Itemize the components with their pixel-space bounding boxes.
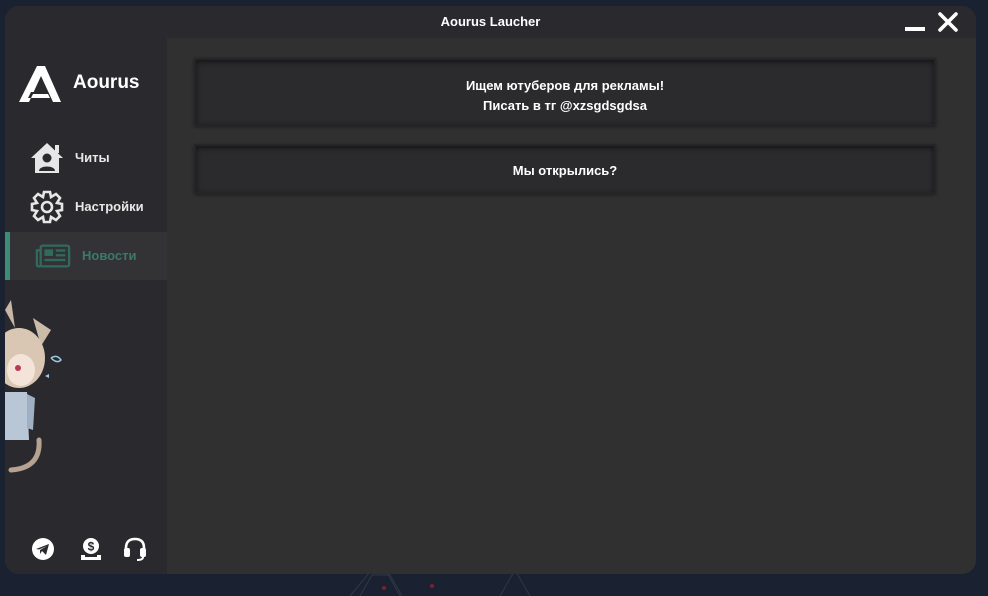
logo-text: Aourus (73, 72, 140, 93)
window-title: Aourus Laucher (440, 14, 541, 29)
support-headset-icon (124, 537, 146, 561)
launcher-window: Aourus Laucher Aourus Читы Настройки Нов… (5, 6, 976, 574)
support-button[interactable] (122, 536, 148, 562)
sidebar-item-settings[interactable]: Настройки (5, 183, 167, 231)
sidebar-item-label: Читы (75, 150, 110, 165)
svg-text:$: $ (88, 540, 95, 554)
telegram-icon (32, 538, 54, 560)
news-text: Писать в тг @xzsgdsgdsa (482, 98, 647, 113)
active-indicator (5, 232, 10, 280)
minimize-icon (905, 27, 925, 31)
donate-button[interactable]: $ (78, 536, 104, 562)
gear-icon (30, 190, 64, 224)
home-user-icon (31, 143, 63, 173)
news-text: Мы открылись? (512, 163, 618, 178)
news-card: Мы открылись? (194, 144, 936, 194)
donate-icon: $ (81, 538, 101, 560)
close-icon (938, 12, 958, 32)
sidebar: Aourus Читы Настройки Новости $ (5, 38, 167, 574)
close-button[interactable] (936, 10, 960, 34)
news-text: Ищем ютуберов для рекламы! (465, 78, 665, 93)
sidebar-item-cheats[interactable]: Читы (5, 134, 167, 182)
anime-cat-girl-mascot (5, 300, 62, 473)
app-logo: Aourus (17, 64, 167, 104)
telegram-button[interactable] (30, 536, 56, 562)
minimize-button[interactable] (903, 10, 927, 34)
news-card: Ищем ютуберов для рекламы! Писать в тг @… (194, 58, 936, 126)
title-bar[interactable]: Aourus Laucher (5, 6, 976, 38)
newspaper-icon (35, 244, 71, 268)
sidebar-item-news[interactable]: Новости (5, 232, 167, 280)
aourus-logo-icon (19, 66, 61, 102)
news-panel: Ищем ютуберов для рекламы! Писать в тг @… (167, 38, 976, 574)
sidebar-item-label: Настройки (75, 199, 144, 214)
sidebar-item-label: Новости (82, 248, 137, 263)
